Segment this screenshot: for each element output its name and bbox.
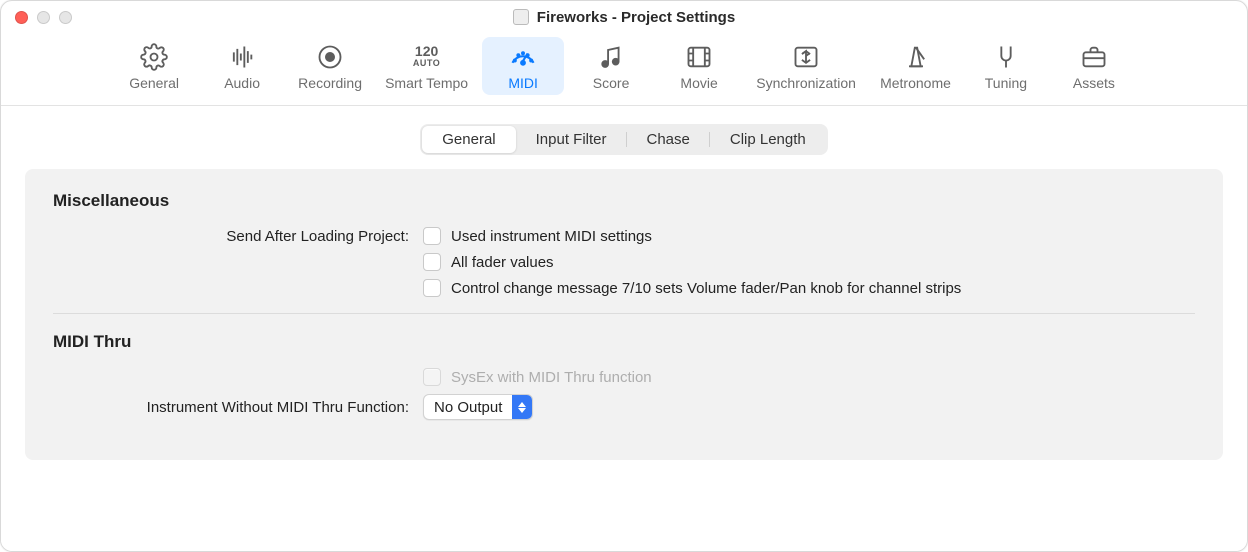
tab-label: Metronome [880,75,951,91]
waveform-icon [227,43,257,71]
tempo-icon: 120 AUTO [412,43,442,71]
tab-synchronization[interactable]: Synchronization [746,37,866,95]
minimize-window-button[interactable] [37,11,50,24]
subtab-chase[interactable]: Chase [627,126,710,153]
metronome-icon [901,43,931,71]
tab-label: Synchronization [756,75,856,91]
tab-audio[interactable]: Audio [201,37,283,95]
sync-icon [791,43,821,71]
checkbox-sysex-label: SysEx with MIDI Thru function [451,369,652,386]
subtab-input-filter[interactable]: Input Filter [516,126,627,153]
briefcase-icon [1079,43,1109,71]
checkbox-control-change[interactable] [423,279,441,297]
tab-label: Recording [298,75,362,91]
close-window-button[interactable] [15,11,28,24]
tab-general[interactable]: General [113,37,195,95]
tab-metronome[interactable]: Metronome [872,37,959,95]
checkbox-used-instrument-label: Used instrument MIDI settings [451,228,652,245]
midi-subtabs: General Input Filter Chase Clip Length [25,124,1223,155]
tab-label: Movie [680,75,717,91]
record-icon [315,43,345,71]
stepper-icon [512,395,532,419]
instrument-output-select[interactable]: No Output [423,394,533,420]
tab-label: Smart Tempo [385,75,468,91]
app-icon [513,9,529,25]
tab-label: General [129,75,179,91]
titlebar: Fireworks - Project Settings [1,1,1247,33]
settings-toolbar: General Audio Recording 120 AUTO Smart [1,33,1247,106]
tab-score[interactable]: Score [570,37,652,95]
section-midi-thru-title: MIDI Thru [53,332,1195,352]
section-miscellaneous-title: Miscellaneous [53,191,1195,211]
select-value: No Output [434,399,502,416]
music-notes-icon [596,43,626,71]
tab-midi[interactable]: MIDI [482,37,564,95]
checkbox-used-instrument[interactable] [423,227,441,245]
settings-panel: Miscellaneous Send After Loading Project… [25,169,1223,460]
checkbox-all-fader-label: All fader values [451,254,554,271]
tab-tuning[interactable]: Tuning [965,37,1047,95]
tab-label: Score [593,75,630,91]
tab-label: Assets [1073,75,1115,91]
zoom-window-button[interactable] [59,11,72,24]
content-area: General Input Filter Chase Clip Length M… [1,106,1247,551]
traffic-lights [15,11,72,24]
checkbox-sysex [423,368,441,386]
tab-label: Tuning [985,75,1027,91]
film-icon [684,43,714,71]
tab-recording[interactable]: Recording [289,37,371,95]
tab-label: Audio [224,75,260,91]
instrument-without-thru-label: Instrument Without MIDI Thru Function: [53,399,423,416]
subtab-clip-length[interactable]: Clip Length [710,126,826,153]
send-after-loading-label: Send After Loading Project: [53,228,423,245]
checkbox-all-fader[interactable] [423,253,441,271]
tab-assets[interactable]: Assets [1053,37,1135,95]
project-settings-window: Fireworks - Project Settings General Aud… [0,0,1248,552]
checkbox-control-change-label: Control change message 7/10 sets Volume … [451,280,961,297]
subtab-general[interactable]: General [422,126,515,153]
tab-movie[interactable]: Movie [658,37,740,95]
window-title: Fireworks - Project Settings [537,9,735,26]
tuning-fork-icon [991,43,1021,71]
gauge-icon [508,43,538,71]
tab-smart-tempo[interactable]: 120 AUTO Smart Tempo [377,37,476,95]
section-divider [53,313,1195,314]
gear-icon [139,43,169,71]
tab-label: MIDI [508,75,538,91]
